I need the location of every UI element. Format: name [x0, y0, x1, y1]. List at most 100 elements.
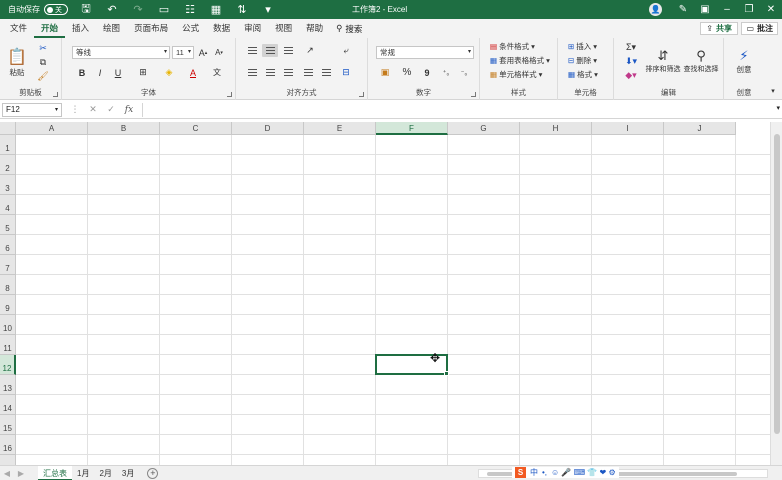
bold-button[interactable]: B: [76, 66, 88, 79]
column-header-a[interactable]: A: [16, 122, 88, 135]
save-icon[interactable]: 🖫: [76, 0, 96, 19]
sort-filter-button[interactable]: ⇵ 排序和筛选: [646, 41, 681, 81]
format-as-table-button[interactable]: ▦ 套用表格格式 ▾: [490, 55, 550, 66]
autosave[interactable]: 自动保存 关: [8, 4, 68, 15]
row-header-17[interactable]: 17: [0, 455, 16, 465]
row-header-1[interactable]: 1: [0, 135, 16, 155]
form-icon[interactable]: ☷: [180, 0, 200, 19]
italic-button[interactable]: I: [94, 66, 106, 79]
number-launcher[interactable]: [471, 92, 476, 97]
align-top-icon[interactable]: [244, 44, 260, 57]
creative-button[interactable]: ⚡ 创意: [732, 41, 756, 81]
align-middle-icon[interactable]: [262, 44, 278, 57]
more-icon[interactable]: ▾: [258, 0, 278, 19]
insert-cells-button[interactable]: ⊞ 插入 ▾: [568, 41, 597, 52]
wrap-text-icon[interactable]: ⤶: [338, 44, 354, 57]
row-header-13[interactable]: 13: [0, 375, 16, 395]
insert-function-icon[interactable]: fx: [120, 105, 138, 115]
row-header-16[interactable]: 16: [0, 435, 16, 455]
ribbon-display-icon[interactable]: ▣: [694, 0, 716, 19]
accounting-format-icon[interactable]: ▣: [376, 66, 394, 79]
more-options-icon[interactable]: ⋮: [66, 104, 84, 115]
percent-button[interactable]: %: [400, 66, 414, 79]
increase-indent-icon[interactable]: [318, 66, 334, 79]
number-format-select[interactable]: 常规 ▾: [376, 46, 474, 59]
decrease-decimal-icon[interactable]: ⁻₀: [456, 66, 472, 79]
border-icon[interactable]: ⊞: [136, 66, 150, 79]
tab-data[interactable]: 数据: [206, 19, 237, 38]
conditional-format-button[interactable]: ▤ 条件格式 ▾: [490, 41, 535, 52]
sheet-tab-summary[interactable]: 汇总表: [38, 465, 72, 480]
format-painter-icon[interactable]: 🖌: [36, 70, 50, 82]
column-header-c[interactable]: C: [160, 122, 232, 135]
font-size-select[interactable]: 11 ▾: [172, 46, 194, 59]
row-header-8[interactable]: 8: [0, 275, 16, 295]
table-icon[interactable]: ▦: [206, 0, 226, 19]
tab-page-layout[interactable]: 页面布局: [127, 19, 175, 38]
clear-icon[interactable]: ◆▾: [622, 69, 640, 81]
font-launcher[interactable]: [227, 92, 232, 97]
column-header-i[interactable]: I: [592, 122, 664, 135]
row-header-3[interactable]: 3: [0, 175, 16, 195]
column-header-g[interactable]: G: [448, 122, 520, 135]
sheet-tab-mar[interactable]: 3月: [117, 466, 139, 480]
account-avatar[interactable]: 👤: [649, 3, 662, 16]
row-header-9[interactable]: 9: [0, 295, 16, 315]
row-header-5[interactable]: 5: [0, 215, 16, 235]
pen-icon[interactable]: ✎: [672, 0, 694, 19]
formula-input[interactable]: [142, 103, 772, 117]
phonetic-icon[interactable]: 文: [210, 66, 224, 79]
copy-icon[interactable]: ⧉: [36, 56, 50, 68]
underline-button[interactable]: U: [112, 66, 124, 79]
search-box[interactable]: ⚲ 搜索: [336, 23, 362, 35]
delete-cells-button[interactable]: ⊟ 删除 ▾: [568, 55, 597, 66]
column-header-j[interactable]: J: [664, 122, 736, 135]
prev-sheet-icon[interactable]: ◀: [0, 469, 14, 478]
fill-color-icon[interactable]: ◈: [162, 66, 176, 79]
row-header-14[interactable]: 14: [0, 395, 16, 415]
cancel-icon[interactable]: ✕: [84, 104, 102, 115]
row-header-15[interactable]: 15: [0, 415, 16, 435]
cut-icon[interactable]: ✂: [36, 42, 50, 54]
row-header-10[interactable]: 10: [0, 315, 16, 335]
font-name-select[interactable]: 等线 ▾: [72, 46, 170, 59]
font-color-icon[interactable]: A: [186, 66, 200, 79]
alignment-launcher[interactable]: [359, 92, 364, 97]
column-header-h[interactable]: H: [520, 122, 592, 135]
autosum-icon[interactable]: Σ▾: [622, 41, 640, 53]
clipboard-launcher[interactable]: [53, 92, 58, 97]
expand-formula-icon[interactable]: ▾: [776, 104, 780, 112]
paste-button[interactable]: 📋 粘贴: [6, 42, 28, 82]
orientation-icon[interactable]: ↗: [302, 44, 318, 57]
align-bottom-icon[interactable]: [280, 44, 296, 57]
decrease-indent-icon[interactable]: [300, 66, 316, 79]
tab-draw[interactable]: 绘图: [96, 19, 127, 38]
name-box[interactable]: F12 ▾: [2, 102, 62, 117]
column-header-f[interactable]: F: [376, 122, 448, 135]
fill-icon[interactable]: ⬇▾: [622, 55, 640, 67]
tab-insert[interactable]: 插入: [65, 19, 96, 38]
sheet-tab-feb[interactable]: 2月: [94, 466, 116, 480]
align-left-icon[interactable]: [244, 66, 260, 79]
cell-styles-button[interactable]: ▦ 单元格样式 ▾: [490, 69, 542, 80]
row-header-2[interactable]: 2: [0, 155, 16, 175]
autosave-toggle[interactable]: 关: [44, 4, 68, 15]
worksheet-grid[interactable]: ABCDEFGHIJ1234567891011121314151617: [0, 122, 770, 465]
find-select-button[interactable]: ⚲ 查找和选择: [684, 41, 719, 81]
tab-view[interactable]: 视图: [268, 19, 299, 38]
next-sheet-icon[interactable]: ▶: [14, 469, 28, 478]
select-all-corner[interactable]: [0, 122, 16, 135]
tab-review[interactable]: 审阅: [237, 19, 268, 38]
align-center-icon[interactable]: [262, 66, 278, 79]
share-button[interactable]: ⇪ 共享: [700, 22, 738, 35]
sheet-tab-jan[interactable]: 1月: [72, 466, 94, 480]
column-header-d[interactable]: D: [232, 122, 304, 135]
minimize-icon[interactable]: –: [716, 0, 738, 19]
ime-toolbar[interactable]: S 中 •, ☺ 🎤 ⌨ 👕 ❤ ⚙: [512, 467, 619, 478]
row-header-7[interactable]: 7: [0, 255, 16, 275]
vertical-scrollbar[interactable]: [770, 122, 782, 465]
sort-icon[interactable]: ⇅: [232, 0, 252, 19]
column-header-b[interactable]: B: [88, 122, 160, 135]
tab-home[interactable]: 开始: [34, 19, 66, 38]
row-header-4[interactable]: 4: [0, 195, 16, 215]
